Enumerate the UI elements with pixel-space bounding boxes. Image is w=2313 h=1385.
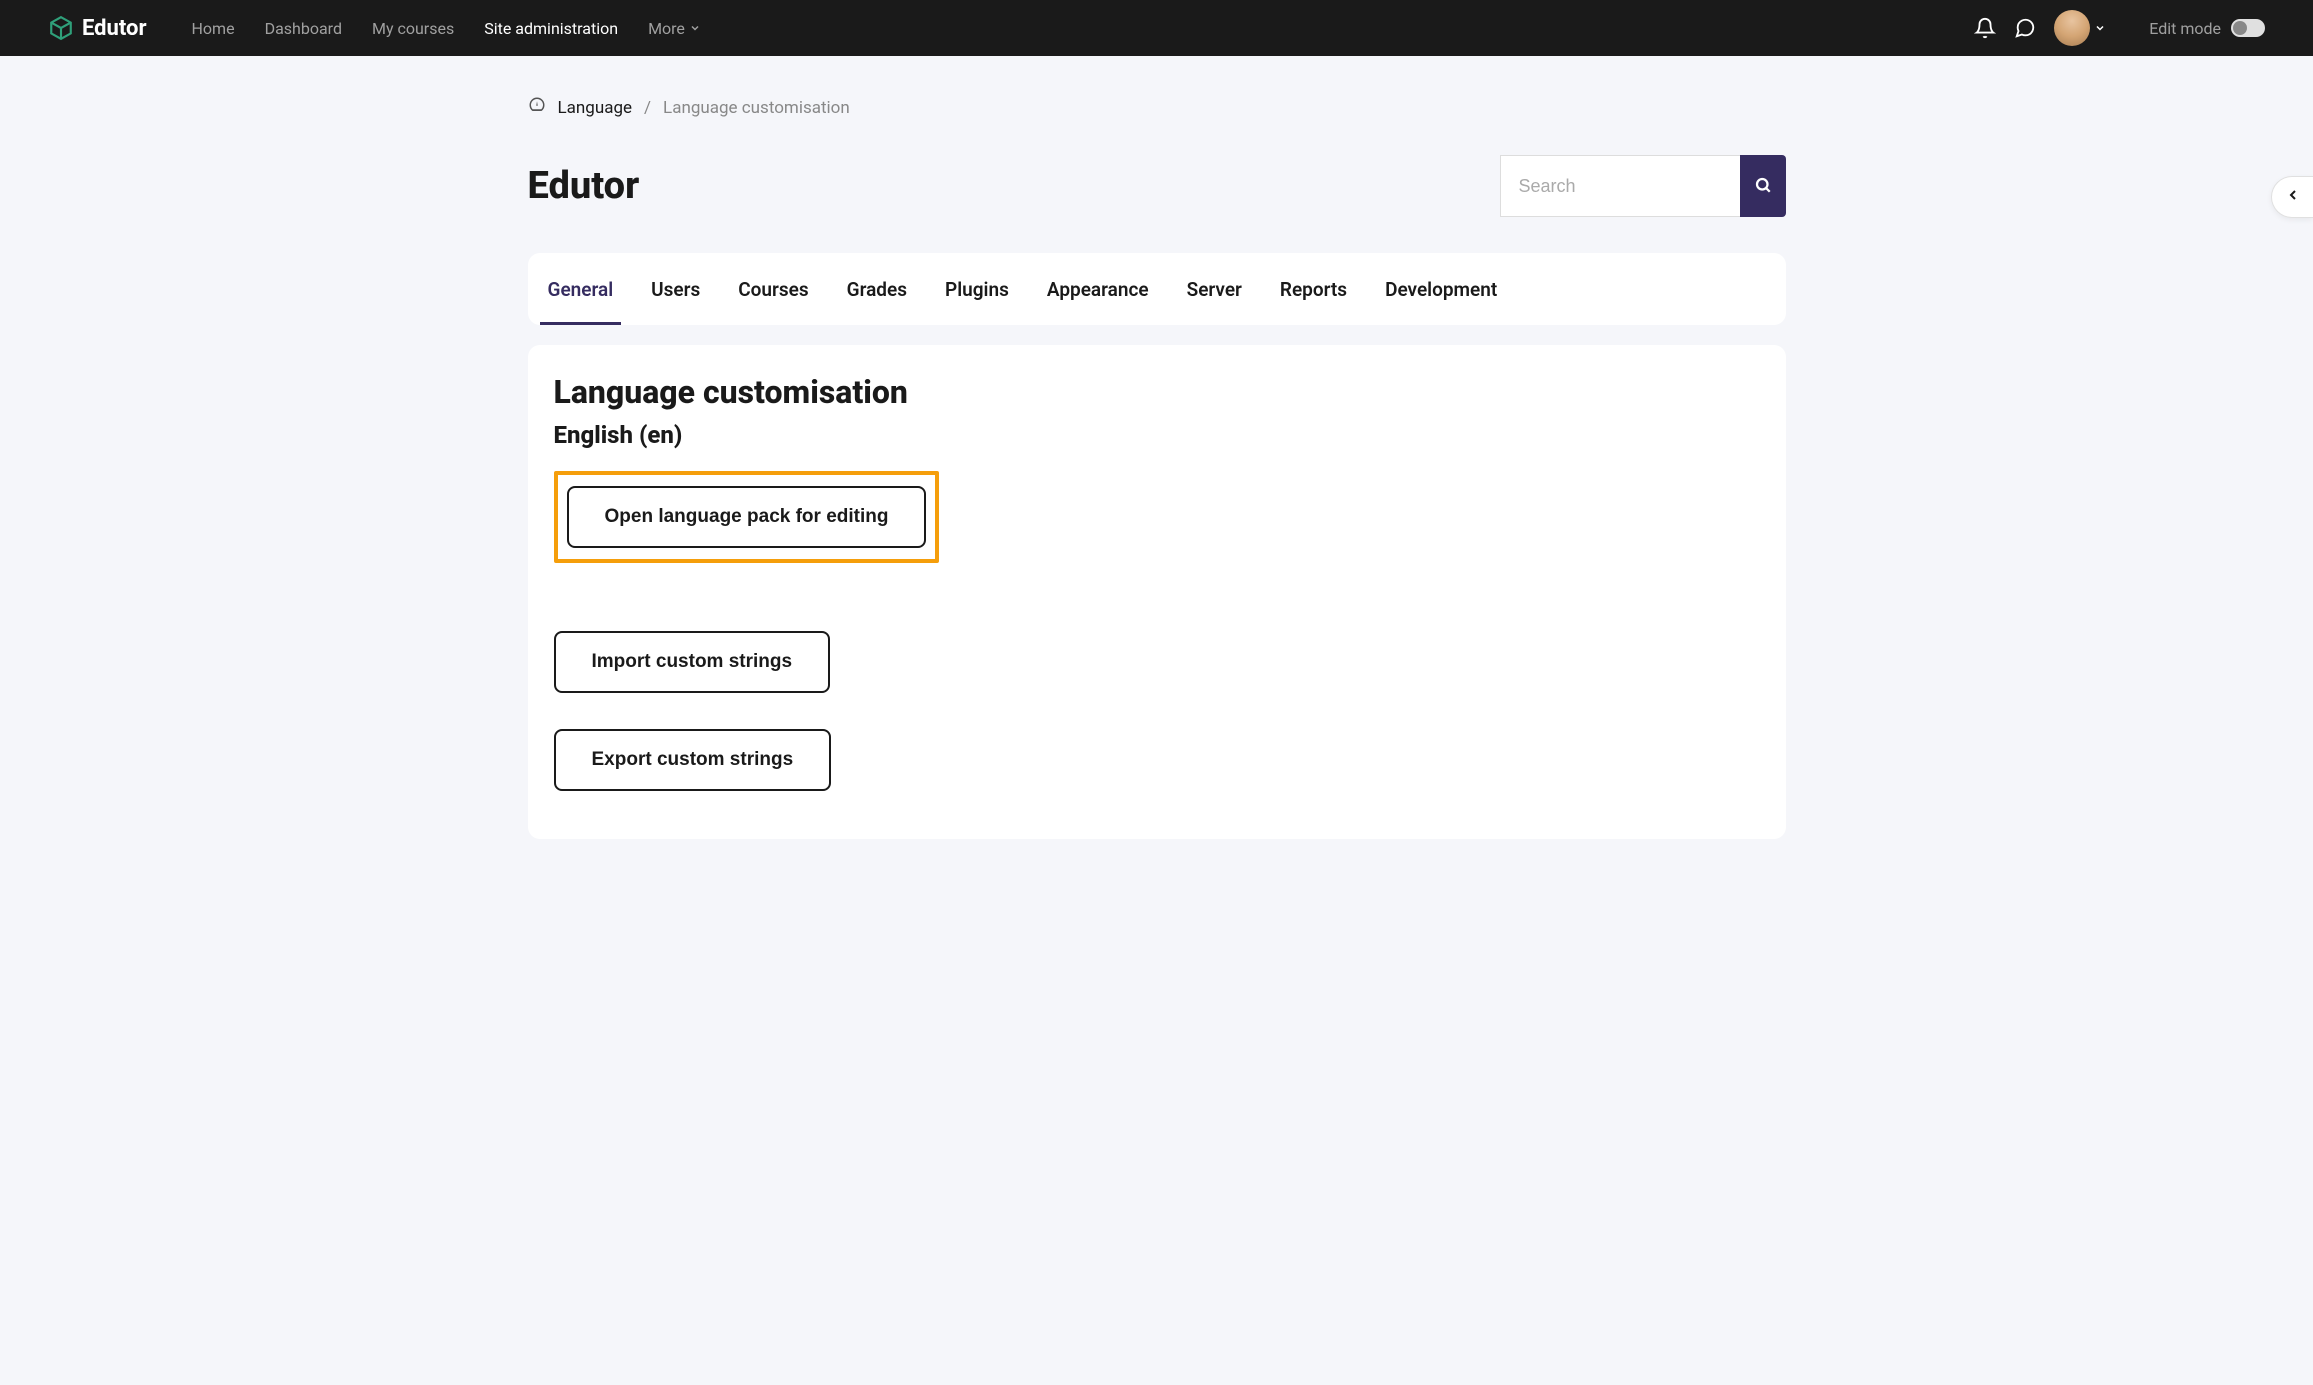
breadcrumb-current: Language customisation	[663, 98, 850, 118]
edit-mode-control: Edit mode	[2149, 19, 2265, 38]
messages-icon[interactable]	[2014, 17, 2036, 39]
search-button[interactable]	[1740, 155, 1786, 217]
tab-users[interactable]: Users	[651, 253, 700, 325]
navbar-left: Edutor Home Dashboard My courses Site ad…	[48, 15, 701, 41]
tab-general[interactable]: General	[548, 253, 614, 325]
nav-link-more-label: More	[648, 19, 685, 38]
nav-link-more[interactable]: More	[648, 19, 701, 38]
search-wrap	[1500, 155, 1786, 217]
tab-plugins[interactable]: Plugins	[945, 253, 1009, 325]
dashboard-icon	[528, 96, 546, 119]
search-input[interactable]	[1500, 155, 1740, 217]
chevron-left-icon	[2285, 187, 2301, 207]
nav-link-dashboard[interactable]: Dashboard	[265, 19, 342, 38]
nav-link-home[interactable]: Home	[192, 19, 235, 38]
breadcrumb-separator: /	[644, 98, 651, 118]
brand-logo-icon	[48, 15, 74, 41]
chevron-down-icon	[2094, 19, 2106, 38]
navbar-right: Edit mode	[1974, 10, 2265, 46]
user-menu[interactable]	[2054, 10, 2106, 46]
title-row: Edutor	[528, 155, 1786, 217]
content-card: Language customisation English (en) Open…	[528, 345, 1786, 839]
drawer-toggle[interactable]	[2271, 176, 2313, 218]
admin-tabs: General Users Courses Grades Plugins App…	[548, 253, 1766, 325]
tab-appearance[interactable]: Appearance	[1047, 253, 1149, 325]
content-subheading: English (en)	[554, 421, 1760, 449]
search-icon	[1754, 176, 1772, 197]
nav-links: Home Dashboard My courses Site administr…	[192, 19, 701, 38]
admin-tabs-card: General Users Courses Grades Plugins App…	[528, 253, 1786, 325]
tab-development[interactable]: Development	[1385, 253, 1497, 325]
brand-name: Edutor	[82, 16, 147, 41]
top-navbar: Edutor Home Dashboard My courses Site ad…	[0, 0, 2313, 56]
tab-grades[interactable]: Grades	[847, 253, 907, 325]
tab-courses[interactable]: Courses	[738, 253, 808, 325]
tab-server[interactable]: Server	[1187, 253, 1242, 325]
tab-reports[interactable]: Reports	[1280, 253, 1347, 325]
open-language-pack-button[interactable]: Open language pack for editing	[567, 486, 927, 548]
chevron-down-icon	[689, 19, 701, 38]
avatar	[2054, 10, 2090, 46]
main-container: Language / Language customisation Edutor…	[512, 56, 1802, 879]
import-custom-strings-button[interactable]: Import custom strings	[554, 631, 831, 693]
breadcrumb-language[interactable]: Language	[558, 98, 633, 118]
highlighted-action: Open language pack for editing	[554, 471, 940, 563]
content-heading: Language customisation	[554, 373, 1760, 411]
export-custom-strings-button[interactable]: Export custom strings	[554, 729, 832, 791]
page-title: Edutor	[528, 164, 640, 208]
edit-mode-label: Edit mode	[2149, 19, 2221, 38]
breadcrumb: Language / Language customisation	[528, 96, 1786, 119]
edit-mode-toggle[interactable]	[2231, 19, 2265, 37]
nav-link-site-administration[interactable]: Site administration	[484, 19, 618, 38]
brand[interactable]: Edutor	[48, 15, 147, 41]
nav-link-my-courses[interactable]: My courses	[372, 19, 454, 38]
notifications-icon[interactable]	[1974, 17, 1996, 39]
